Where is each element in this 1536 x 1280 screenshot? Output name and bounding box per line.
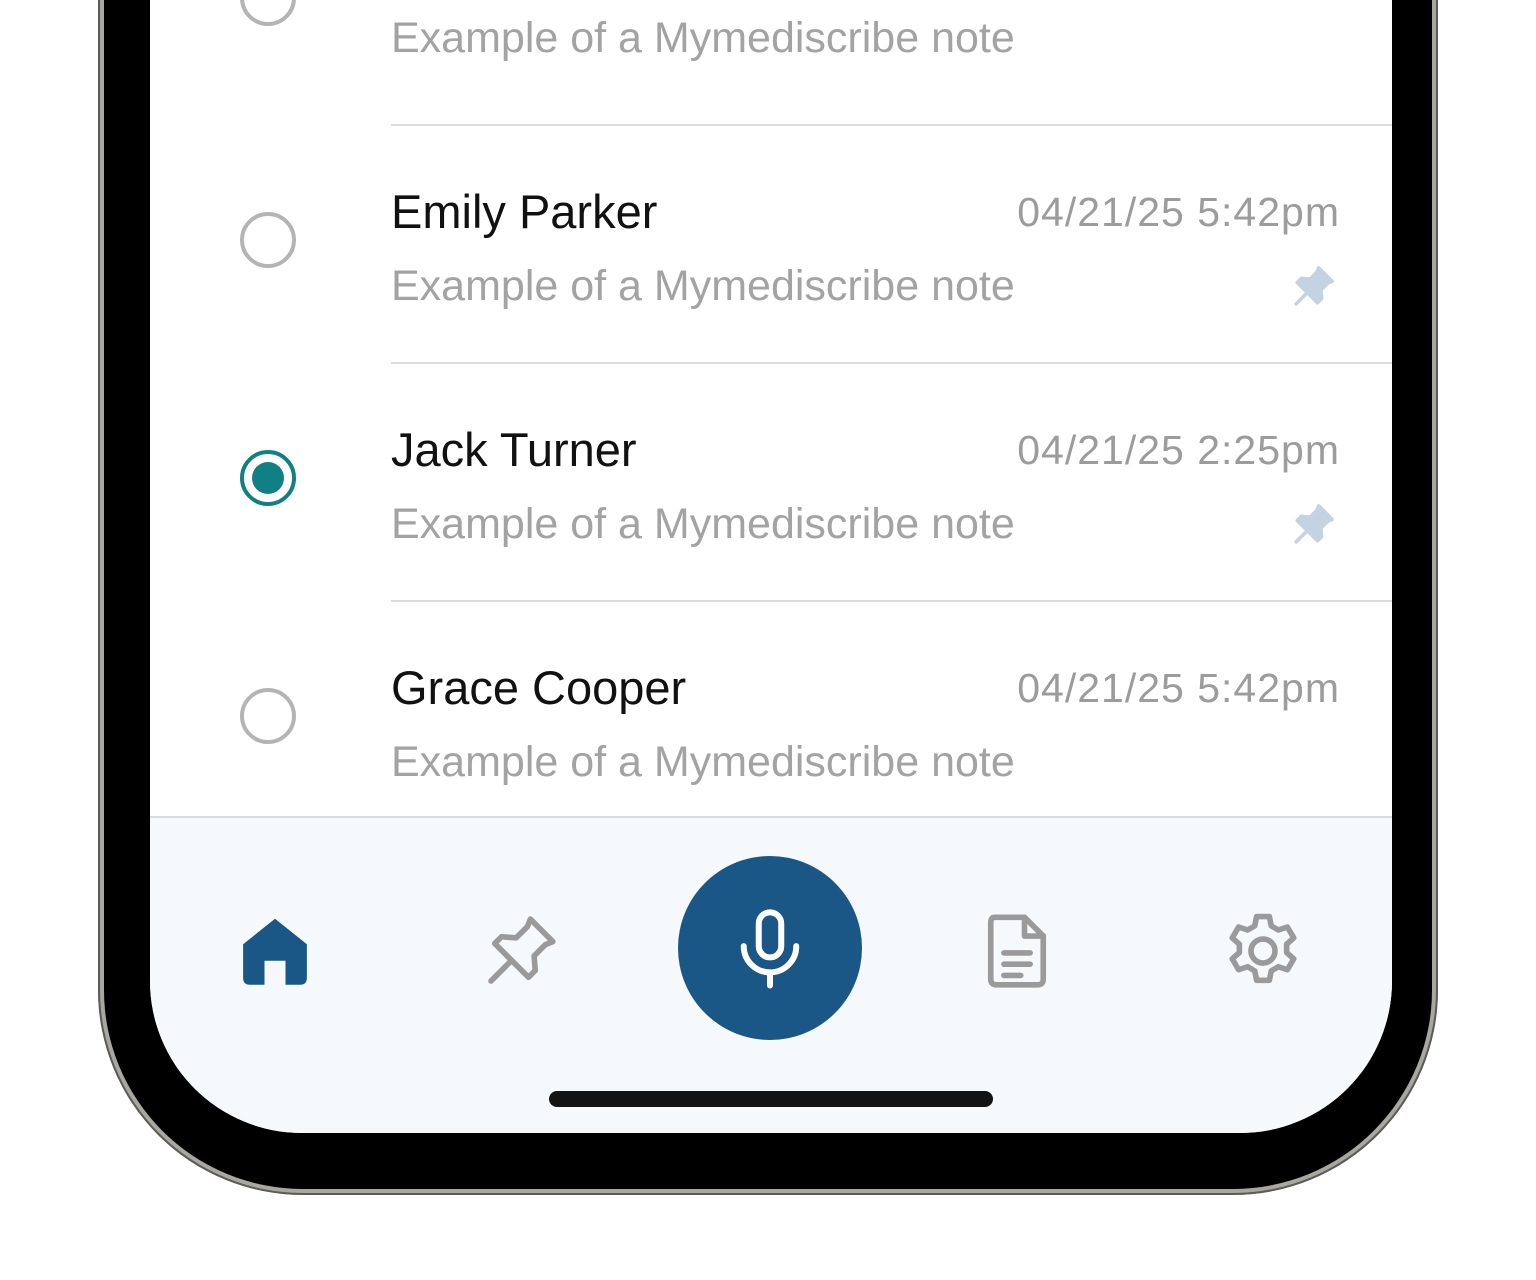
record-button[interactable] — [678, 856, 862, 1040]
tab-home[interactable] — [230, 906, 320, 996]
app-screen: Example of a Mymediscribe note Emily Par… — [150, 0, 1392, 1133]
select-radio[interactable] — [240, 212, 296, 268]
home-indicator[interactable] — [549, 1091, 993, 1107]
list-item[interactable]: Emily Parker 04/21/25 5:42pm Example of … — [150, 126, 1392, 364]
document-icon — [987, 914, 1047, 988]
home-icon — [243, 918, 307, 985]
note-preview: Example of a Mymediscribe note — [391, 500, 1015, 548]
select-radio-selected[interactable] — [240, 450, 296, 506]
patient-name: Grace Cooper — [391, 661, 687, 714]
list-item[interactable]: Jack Turner 04/21/25 2:25pm Example of a… — [150, 364, 1392, 602]
pin-icon[interactable] — [1286, 498, 1340, 552]
patient-name: Jack Turner — [391, 423, 637, 476]
tab-settings[interactable] — [1218, 906, 1308, 996]
note-preview: Example of a Mymediscribe note — [391, 14, 1015, 62]
bottom-tab-bar — [150, 816, 1392, 1133]
note-timestamp: 04/21/25 2:25pm — [1017, 427, 1340, 473]
list-item[interactable]: Grace Cooper 04/21/25 5:42pm Example of … — [150, 602, 1392, 840]
tab-documents[interactable] — [972, 906, 1062, 996]
microphone-icon — [740, 909, 800, 989]
note-timestamp: 04/21/25 5:42pm — [1017, 665, 1340, 711]
note-timestamp: 04/21/25 5:42pm — [1017, 189, 1340, 235]
note-preview: Example of a Mymediscribe note — [391, 262, 1015, 310]
select-radio[interactable] — [240, 0, 296, 26]
pin-icon — [488, 916, 556, 984]
list-item[interactable]: Example of a Mymediscribe note — [150, 0, 1392, 126]
note-preview: Example of a Mymediscribe note — [391, 738, 1015, 786]
patient-name: Emily Parker — [391, 185, 658, 238]
select-radio[interactable] — [240, 688, 296, 744]
pin-icon[interactable] — [1286, 260, 1340, 314]
tab-pinned[interactable] — [476, 906, 566, 996]
gear-icon — [1229, 913, 1297, 984]
